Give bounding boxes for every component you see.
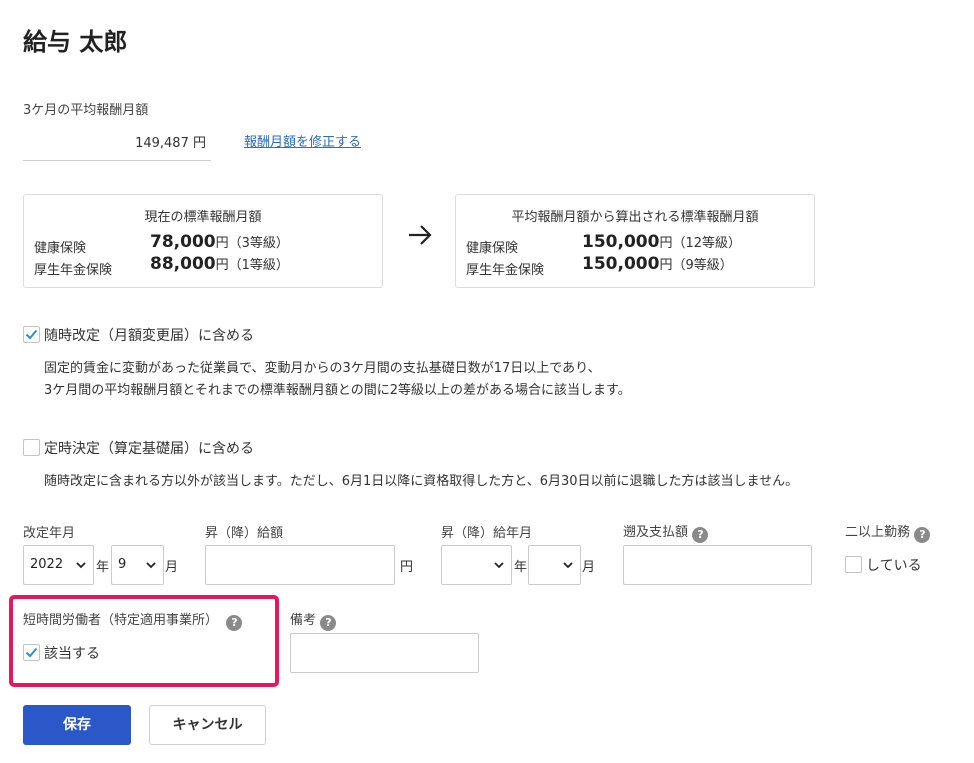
revision-year-value: 2022 bbox=[30, 557, 64, 572]
help-icon[interactable]: ? bbox=[914, 527, 931, 543]
calculated-health-value: 150,000 bbox=[582, 232, 660, 252]
help-icon[interactable]: ? bbox=[226, 615, 243, 631]
cancel-button[interactable]: キャンセル bbox=[149, 705, 266, 745]
help-icon[interactable]: ? bbox=[320, 615, 337, 631]
current-health-grade: （3等級） bbox=[228, 236, 289, 251]
current-pension-grade: （1等級） bbox=[228, 258, 289, 273]
retro-label-group: 遡及支払額 ? bbox=[623, 521, 709, 543]
current-pension-label: 厚生年金保険 bbox=[34, 263, 113, 278]
raise-year-select[interactable] bbox=[441, 545, 512, 585]
remarks-label-group: 備考 ? bbox=[290, 609, 337, 631]
chevron-down-icon bbox=[494, 562, 504, 569]
raise-amount-label: 昇（降）給額 bbox=[205, 526, 284, 541]
short-time-label-group: 短時間労働者（特定適用事業所） ? bbox=[23, 609, 243, 631]
raise-amount-input[interactable] bbox=[205, 545, 395, 585]
current-pension-unit: 円 bbox=[215, 258, 229, 273]
multi-work-option-label: している bbox=[866, 558, 922, 574]
multi-work-label: 二以上勤務 bbox=[845, 525, 911, 540]
raise-month-label: 昇（降）給年月 bbox=[441, 526, 533, 541]
chevron-down-icon bbox=[146, 562, 156, 569]
calculated-pension-label: 厚生年金保険 bbox=[466, 263, 545, 278]
remarks-label: 備考 bbox=[290, 613, 317, 628]
average-label: 3ケ月の平均報酬月額 bbox=[23, 103, 149, 118]
average-unit: 円 bbox=[192, 136, 206, 151]
multi-work-label-group: 二以上勤務 ? bbox=[845, 521, 931, 543]
revision-month-value: 9 bbox=[118, 557, 127, 572]
regular-determination-label: 定時決定（算定基礎届）に含める bbox=[44, 441, 254, 457]
current-pension-row: 88,000円（1等級） bbox=[150, 254, 289, 274]
raise-month-suffix: 月 bbox=[582, 560, 596, 575]
revision-year-select[interactable]: 2022 bbox=[23, 545, 94, 585]
calculated-health-grade: （12等級） bbox=[672, 236, 741, 251]
calculated-card-title: 平均報酬月額から算出される標準報酬月額 bbox=[511, 210, 759, 225]
calculated-health-unit: 円 bbox=[659, 236, 673, 251]
chevron-down-icon bbox=[76, 562, 86, 569]
occasional-desc-line1: 固定的賃金に変動があった従業員で、変動月からの3ケ月間の支払基礎日数が17日以上… bbox=[44, 361, 601, 376]
calculated-health-label: 健康保険 bbox=[466, 241, 519, 256]
retro-payment-input[interactable] bbox=[623, 545, 812, 585]
yen-suffix: 円 bbox=[400, 560, 414, 575]
retro-payment-label: 遡及支払額 bbox=[623, 525, 689, 540]
occasional-revision-checkbox[interactable] bbox=[23, 326, 40, 343]
current-pension-value: 88,000 bbox=[150, 254, 216, 274]
short-time-worker-label: 短時間労働者（特定適用事業所） bbox=[23, 613, 219, 628]
calculated-pension-row: 150,000円（9等級） bbox=[582, 254, 733, 274]
checkmark-icon bbox=[25, 329, 38, 340]
raise-month-select[interactable] bbox=[528, 545, 581, 585]
current-standard-card: 現在の標準報酬月額 健康保険 78,000円（3等級） 厚生年金保険 88,00… bbox=[23, 194, 383, 288]
average-value: 149,487 bbox=[135, 136, 189, 151]
average-underline bbox=[23, 160, 211, 161]
raise-year-suffix: 年 bbox=[514, 560, 528, 575]
short-time-option-label: 該当する bbox=[44, 646, 100, 662]
calculated-standard-card: 平均報酬月額から算出される標準報酬月額 健康保険 150,000円（12等級） … bbox=[455, 194, 815, 288]
arrow-right-icon bbox=[409, 225, 432, 245]
calculated-pension-value: 150,000 bbox=[582, 254, 660, 274]
average-value-field: 149,487 円 bbox=[23, 132, 211, 151]
occasional-revision-label: 随時改定（月額変更届）に含める bbox=[44, 328, 254, 344]
calculated-pension-unit: 円 bbox=[659, 258, 673, 273]
current-health-unit: 円 bbox=[215, 236, 229, 251]
help-icon[interactable]: ? bbox=[692, 527, 709, 543]
revision-month-label: 改定年月 bbox=[23, 526, 76, 541]
regular-desc: 随時改定に含まれる方以外が該当します。ただし、6月1日以降に資格取得した方と、6… bbox=[44, 474, 799, 489]
month-suffix: 月 bbox=[165, 560, 179, 575]
checkmark-icon bbox=[25, 647, 38, 658]
short-time-worker-checkbox[interactable] bbox=[23, 644, 40, 661]
remarks-input[interactable] bbox=[290, 633, 479, 673]
multi-work-checkbox[interactable] bbox=[845, 556, 862, 573]
current-health-row: 78,000円（3等級） bbox=[150, 232, 289, 252]
edit-salary-link[interactable]: 報酬月額を修正する bbox=[244, 131, 361, 150]
calculated-health-row: 150,000円（12等級） bbox=[582, 232, 741, 252]
calculated-pension-grade: （9等級） bbox=[672, 258, 733, 273]
chevron-down-icon bbox=[563, 562, 573, 569]
year-suffix: 年 bbox=[96, 560, 110, 575]
current-health-value: 78,000 bbox=[150, 232, 216, 252]
current-card-title: 現在の標準報酬月額 bbox=[144, 210, 262, 225]
current-health-label: 健康保険 bbox=[34, 241, 87, 256]
revision-month-select[interactable]: 9 bbox=[111, 545, 164, 585]
occasional-desc-line2: 3ケ月間の平均報酬月額とそれまでの標準報酬月額との間に2等級以上の差がある場合に… bbox=[44, 383, 631, 398]
page-title: 給与 太郎 bbox=[23, 28, 128, 56]
regular-determination-checkbox[interactable] bbox=[23, 439, 40, 456]
save-button[interactable]: 保存 bbox=[23, 705, 131, 745]
